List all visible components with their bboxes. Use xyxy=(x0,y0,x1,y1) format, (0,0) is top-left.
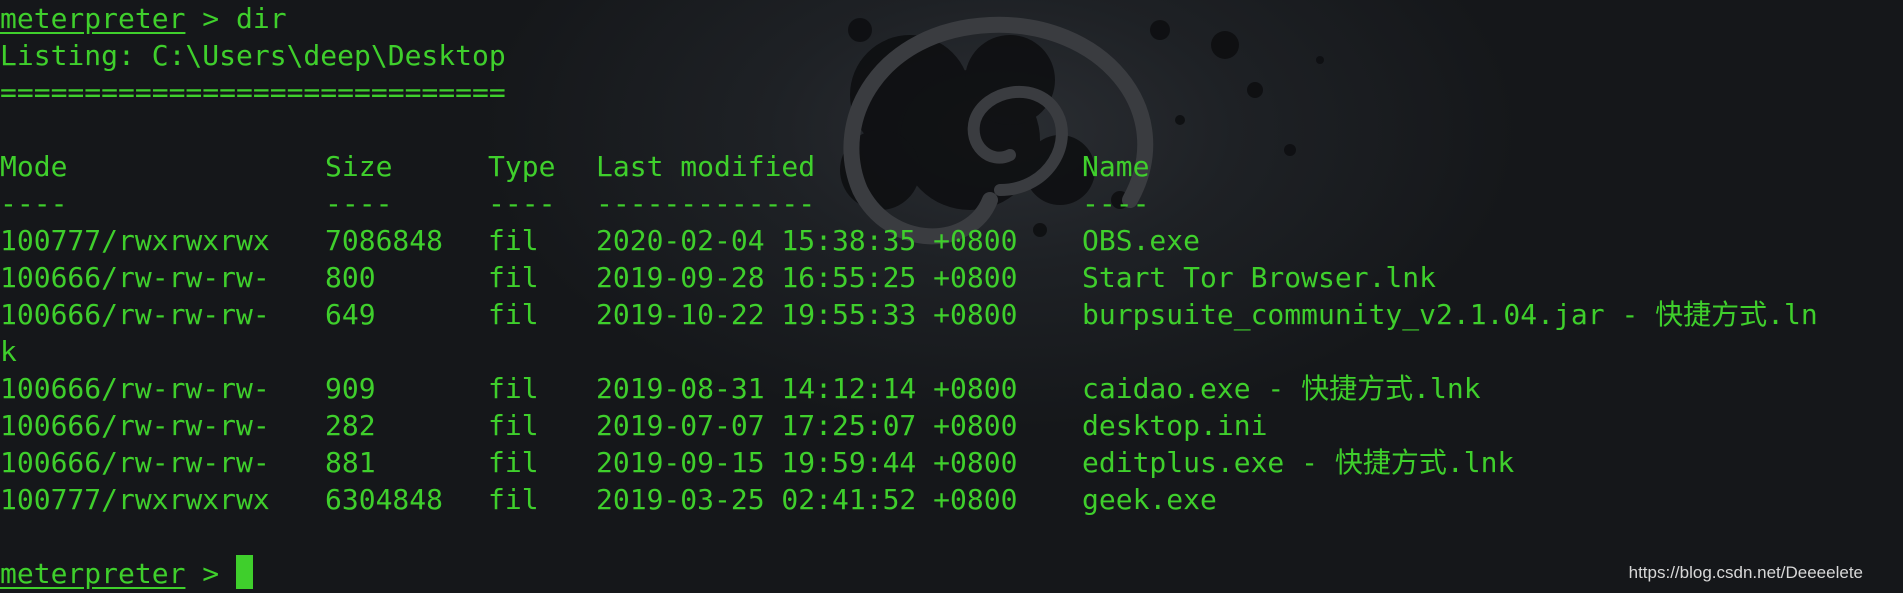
column-header-type: Type xyxy=(488,150,556,183)
cell-modified: 2020-02-04 15:38:35 +0800 xyxy=(596,224,1018,257)
cell-mode: 100666/rw-rw-rw- xyxy=(0,261,270,294)
cell-modified: 2019-08-31 14:12:14 +0800 xyxy=(596,372,1018,405)
cell-type: fil xyxy=(488,446,539,479)
cell-name: caidao.exe - 快捷方式.lnk xyxy=(1082,372,1481,405)
column-header-name: Name xyxy=(1082,150,1150,183)
cell-name: OBS.exe xyxy=(1082,224,1201,257)
cell-type: fil xyxy=(488,224,539,257)
cell-size: 7086848 xyxy=(325,224,444,257)
rule-name: ---- xyxy=(1082,187,1150,220)
cell-modified: 2019-03-25 02:41:52 +0800 xyxy=(596,483,1018,516)
listing-header: Listing: C:\Users\deep\Desktop xyxy=(0,39,506,72)
cell-size: 282 xyxy=(325,409,376,442)
command-line: meterpreter > dir xyxy=(0,0,287,37)
cell-mode: 100777/rwxrwxrwx xyxy=(0,483,270,516)
cell-type: fil xyxy=(488,372,539,405)
table-header: Mode Size Type Last modified Name xyxy=(0,148,1149,185)
cell-modified: 2019-09-15 19:59:44 +0800 xyxy=(596,446,1018,479)
cell-mode: 100666/rw-rw-rw- xyxy=(0,409,270,442)
watermark-url: https://blog.csdn.net/Deeeelete xyxy=(1628,563,1863,582)
cell-type: fil xyxy=(488,261,539,294)
cell-name: desktop.ini xyxy=(1082,409,1268,442)
cell-mode: 100777/rwxrwxrwx xyxy=(0,224,270,257)
cell-modified: 2019-09-28 16:55:25 +0800 xyxy=(596,261,1018,294)
rule-size: ---- xyxy=(325,187,393,220)
cell-modified: 2019-07-07 17:25:07 +0800 xyxy=(596,409,1018,442)
cell-type: fil xyxy=(488,298,539,331)
cell-size: 6304848 xyxy=(325,483,444,516)
cell-size: 800 xyxy=(325,261,376,294)
column-header-mode: Mode xyxy=(0,150,68,183)
prompt-label: meterpreter xyxy=(0,2,186,35)
cell-mode: 100666/rw-rw-rw- xyxy=(0,372,270,405)
cell-name: geek.exe xyxy=(1082,483,1217,516)
cell-type: fil xyxy=(488,409,539,442)
cell-name: editplus.exe - 快捷方式.lnk xyxy=(1082,446,1515,479)
listing-underline: ============================== xyxy=(0,76,506,109)
table-row: 100666/rw-rw-rw- 649 fil 2019-10-22 19:5… xyxy=(0,296,1818,333)
table-row: 100666/rw-rw-rw- 909 fil 2019-08-31 14:1… xyxy=(0,370,1481,407)
table-row: 100777/rwxrwxrwx 6304848 fil 2019-03-25 … xyxy=(0,481,1217,518)
table-rule: ---- ---- ---- ------------- ---- xyxy=(0,185,1149,222)
prompt-separator: > xyxy=(185,557,237,590)
table-row: 100666/rw-rw-rw- 881 fil 2019-09-15 19:5… xyxy=(0,444,1514,481)
cell-mode: 100666/rw-rw-rw- xyxy=(0,298,270,331)
command-text: dir xyxy=(236,2,287,35)
terminal-window[interactable]: meterpreter > dir Listing: C:\Users\deep… xyxy=(0,0,1903,593)
cell-size: 909 xyxy=(325,372,376,405)
table-row: 100666/rw-rw-rw- 800 fil 2019-09-28 16:5… xyxy=(0,259,1436,296)
cell-modified: 2019-10-22 19:55:33 +0800 xyxy=(596,298,1018,331)
cell-name: burpsuite_community_v2.1.04.jar - 快捷方式.l… xyxy=(1082,298,1818,331)
cell-size: 649 xyxy=(325,298,376,331)
cell-size: 881 xyxy=(325,446,376,479)
rule-type: ---- xyxy=(488,187,556,220)
cell-type: fil xyxy=(488,483,539,516)
rule-mode: ---- xyxy=(0,187,68,220)
rule-modified: ------------- xyxy=(596,187,816,220)
text-cursor xyxy=(236,555,254,589)
cell-mode: 100666/rw-rw-rw- xyxy=(0,446,270,479)
input-line[interactable]: meterpreter > xyxy=(0,555,254,592)
wrapped-name-continuation: k xyxy=(0,335,17,368)
prompt-separator: > xyxy=(185,2,237,35)
cell-name: Start Tor Browser.lnk xyxy=(1082,261,1437,294)
column-header-modified: Last modified xyxy=(596,150,816,183)
table-row: 100666/rw-rw-rw- 282 fil 2019-07-07 17:2… xyxy=(0,407,1267,444)
prompt-label: meterpreter xyxy=(0,557,186,590)
table-row: 100777/rwxrwxrwx 7086848 fil 2020-02-04 … xyxy=(0,222,1200,259)
column-header-size: Size xyxy=(325,150,393,183)
